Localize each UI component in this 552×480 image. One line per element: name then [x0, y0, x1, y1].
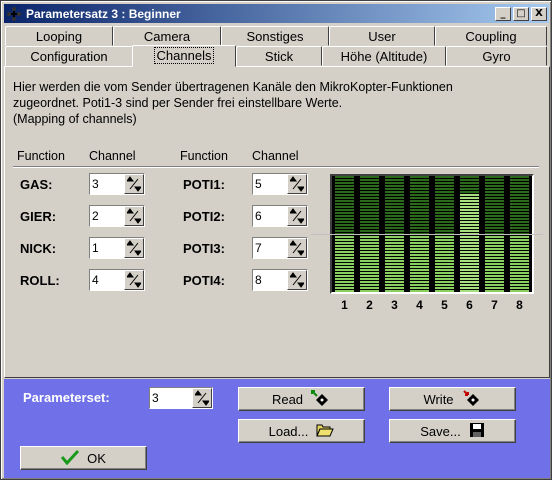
poti4-channel-spinner[interactable]: [252, 269, 308, 291]
header-divider: [13, 166, 539, 168]
tab-channels[interactable]: Channels: [132, 45, 236, 67]
header-channel-right: Channel: [252, 149, 299, 163]
description-line-3: (Mapping of channels): [13, 112, 137, 126]
meter-label-1: 1: [341, 298, 348, 312]
gier-channel-spinner[interactable]: [89, 205, 145, 227]
poti3-channel-spinner[interactable]: [252, 237, 308, 259]
tab-configuration[interactable]: Configuration: [5, 46, 133, 66]
label-roll: ROLL:: [20, 273, 60, 288]
parameterset-input[interactable]: [150, 388, 190, 408]
label-poti1: POTI1:: [183, 177, 225, 192]
meter-label-8: 8: [516, 298, 523, 312]
parameterset-label: Parameterset:: [23, 390, 110, 405]
meter-label-4: 4: [416, 298, 423, 312]
folder-open-icon: [316, 423, 335, 440]
tab-sonstiges[interactable]: Sonstiges: [221, 26, 329, 46]
label-poti3: POTI3:: [183, 241, 225, 256]
spin-arrows-icon[interactable]: [287, 206, 307, 226]
poti1-channel-spinner[interactable]: [252, 173, 308, 195]
spin-arrows-icon[interactable]: [124, 174, 144, 194]
tab-user[interactable]: User: [329, 26, 435, 46]
read-button[interactable]: Read: [238, 387, 365, 411]
minimize-button[interactable]: _: [495, 6, 511, 21]
tab-altitude[interactable]: Höhe (Altitude): [322, 46, 446, 66]
checkmark-icon: [60, 449, 80, 468]
tab-gyro[interactable]: Gyro: [446, 46, 547, 66]
tab-looping[interactable]: Looping: [5, 26, 113, 46]
title-bar: Parametersatz 3 : Beginner _ □ X: [4, 4, 549, 23]
meter-label-5: 5: [441, 298, 448, 312]
meter-center-line: [311, 234, 543, 235]
poti3-channel-input[interactable]: [253, 238, 285, 258]
parameterset-spinner[interactable]: [149, 387, 213, 409]
poti2-channel-input[interactable]: [253, 206, 285, 226]
spin-arrows-icon[interactable]: [287, 270, 307, 290]
header-function-left: Function: [17, 149, 65, 163]
label-poti2: POTI2:: [183, 209, 225, 224]
read-device-icon: [311, 389, 331, 409]
description-line-1: Hier werden die vom Sender übertragenen …: [13, 80, 453, 94]
header-channel-left: Channel: [89, 149, 136, 163]
tab-camera[interactable]: Camera: [113, 26, 221, 46]
meter-label-2: 2: [366, 298, 373, 312]
label-gas: GAS:: [20, 177, 53, 192]
ok-button[interactable]: OK: [20, 446, 147, 470]
spin-arrows-icon[interactable]: [124, 238, 144, 258]
write-device-icon: [462, 389, 482, 409]
floppy-disk-icon: [469, 422, 485, 441]
nick-channel-spinner[interactable]: [89, 237, 145, 259]
gas-channel-input[interactable]: [90, 174, 122, 194]
close-button[interactable]: X: [531, 6, 547, 21]
description-line-2: zugeordnet. Poti1-3 sind per Sender frei…: [13, 96, 343, 110]
save-button[interactable]: Save...: [389, 419, 516, 443]
label-gier: GIER:: [20, 209, 57, 224]
roll-channel-spinner[interactable]: [89, 269, 145, 291]
description: Hier werden die vom Sender übertragenen …: [13, 79, 533, 127]
label-poti4: POTI4:: [183, 273, 225, 288]
window: Parametersatz 3 : Beginner _ □ X Looping…: [0, 0, 552, 480]
meter-label-7: 7: [491, 298, 498, 312]
poti1-channel-input[interactable]: [253, 174, 285, 194]
poti4-channel-input[interactable]: [253, 270, 285, 290]
tab-stick[interactable]: Stick: [236, 46, 322, 66]
tab-coupling[interactable]: Coupling: [435, 26, 547, 46]
poti2-channel-spinner[interactable]: [252, 205, 308, 227]
write-button[interactable]: Write: [389, 387, 516, 411]
load-button[interactable]: Load...: [238, 419, 365, 443]
label-nick: NICK:: [20, 241, 57, 256]
spin-arrows-icon[interactable]: [287, 238, 307, 258]
app-icon: [6, 6, 22, 22]
spin-arrows-icon[interactable]: [192, 388, 212, 408]
meter-label-3: 3: [391, 298, 398, 312]
spin-arrows-icon[interactable]: [287, 174, 307, 194]
nick-channel-input[interactable]: [90, 238, 122, 258]
roll-channel-input[interactable]: [90, 270, 122, 290]
spin-arrows-icon[interactable]: [124, 270, 144, 290]
gas-channel-spinner[interactable]: [89, 173, 145, 195]
meter-label-6: 6: [466, 298, 473, 312]
maximize-button[interactable]: □: [513, 6, 529, 21]
header-function-right: Function: [180, 149, 228, 163]
window-title: Parametersatz 3 : Beginner: [26, 6, 181, 21]
gier-channel-input[interactable]: [90, 206, 122, 226]
spin-arrows-icon[interactable]: [124, 206, 144, 226]
